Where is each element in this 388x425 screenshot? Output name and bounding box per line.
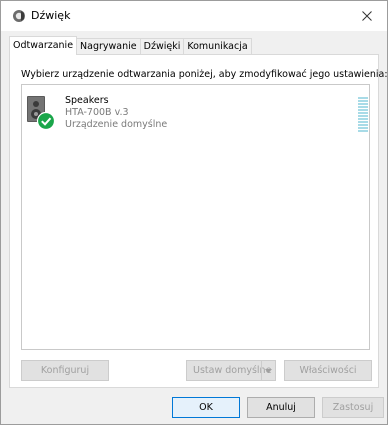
playback-panel: Wybierz urządzenie odtwarzania poniżej, … — [9, 54, 388, 388]
set-default-label: Ustaw domyślne — [193, 365, 272, 376]
tab-sounds[interactable]: Dźwięki — [139, 38, 185, 54]
level-bar — [358, 127, 368, 129]
level-bar — [358, 103, 368, 105]
instruction-text: Wybierz urządzenie odtwarzania poniżej, … — [21, 69, 388, 80]
level-bar — [358, 121, 368, 123]
level-bar — [358, 100, 368, 102]
tab-strip: Odtwarzanie Nagrywanie Dźwięki Komunikac… — [9, 36, 252, 55]
device-status: Urządzenie domyślne — [65, 119, 168, 130]
volume-level-meter — [358, 97, 368, 133]
window-title: Dźwięk — [31, 9, 71, 22]
level-bar — [358, 130, 368, 132]
sound-dialog: Dźwięk Odtwarzanie Nagrywanie Dźwięki Ko… — [0, 0, 388, 425]
level-bar — [358, 118, 368, 120]
set-default-button[interactable]: Ustaw domyślne — [186, 360, 276, 381]
title-bar: Dźwięk — [1, 1, 387, 31]
list-item[interactable]: Speakers HTA-700B v.3 Urządzenie domyśln… — [26, 91, 368, 139]
cancel-button[interactable]: Anuluj — [247, 397, 315, 418]
level-bar — [358, 109, 368, 111]
ok-button[interactable]: OK — [172, 397, 240, 418]
device-list[interactable]: Speakers HTA-700B v.3 Urządzenie domyśln… — [21, 84, 370, 350]
configure-button[interactable]: Konfiguruj — [21, 360, 109, 381]
tab-communication[interactable]: Komunikacja — [183, 38, 252, 54]
level-bar — [358, 106, 368, 108]
speaker-device-icon — [27, 96, 56, 131]
apply-button[interactable]: Zastosuj — [322, 397, 384, 418]
level-bar — [358, 97, 368, 99]
level-bar — [358, 115, 368, 117]
level-bar — [358, 112, 368, 114]
tab-playback[interactable]: Odtwarzanie — [9, 36, 78, 55]
properties-button[interactable]: Właściwości — [284, 360, 372, 381]
green-check-icon — [36, 111, 56, 131]
close-button[interactable] — [347, 1, 387, 31]
close-icon — [362, 11, 372, 21]
chevron-down-icon — [265, 368, 272, 373]
level-bar — [358, 124, 368, 126]
speaker-icon — [13, 10, 25, 22]
device-model: HTA-700B v.3 — [65, 107, 129, 118]
tab-recording[interactable]: Nagrywanie — [76, 38, 141, 54]
device-name: Speakers — [65, 95, 109, 106]
set-default-dropdown[interactable] — [261, 361, 275, 380]
